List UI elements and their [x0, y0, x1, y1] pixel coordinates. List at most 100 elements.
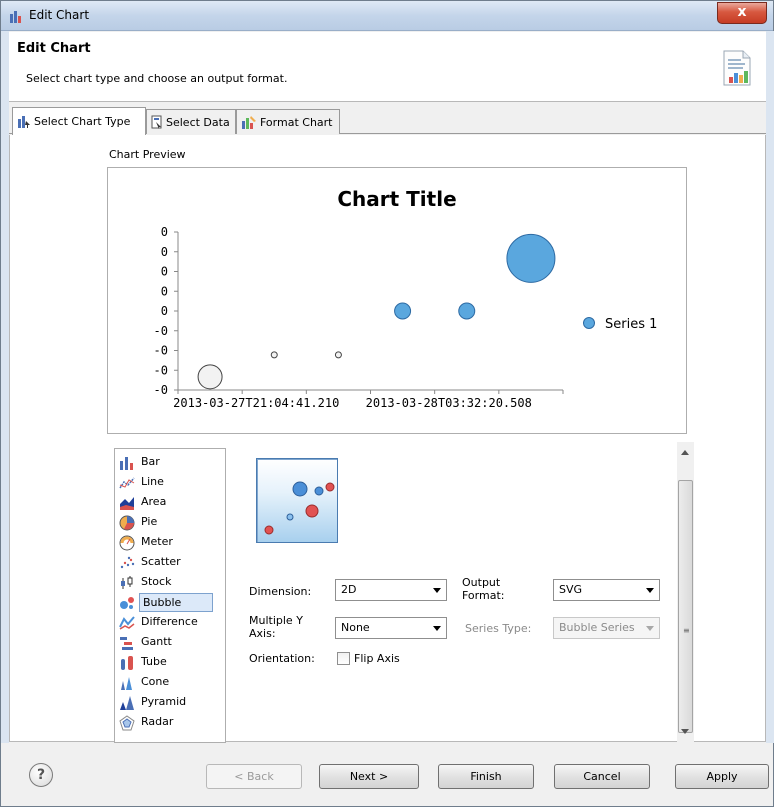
page-title: Edit Chart [17, 41, 91, 56]
chart-title: Chart Title [337, 187, 456, 211]
chart-type-label: Meter [141, 535, 173, 548]
vertical-scrollbar[interactable]: ≡ [677, 442, 694, 742]
tube-chart-icon [119, 655, 135, 671]
y-tick-label: -0 [154, 363, 168, 377]
chart-type-stock[interactable]: Stock [119, 573, 223, 593]
chart-app-icon [9, 9, 23, 26]
bubble-chart-icon [119, 595, 135, 611]
chart-type-tube[interactable]: Tube [119, 653, 223, 673]
bubble-point [334, 351, 342, 359]
y-tick-label: -0 [154, 324, 168, 338]
tab-select-chart-type[interactable]: Select Chart Type [12, 107, 146, 135]
y-tick-label: -0 [154, 383, 168, 397]
chevron-down-icon [433, 626, 441, 631]
chart-type-meter[interactable]: Meter [119, 533, 223, 553]
chart-type-label: Cone [141, 675, 170, 688]
select-data-icon [151, 115, 163, 132]
chart-type-label: Bar [141, 455, 160, 468]
tab-bar: Select Chart Type Select Data Format Cha… [9, 107, 766, 135]
help-button[interactable]: ? [29, 763, 53, 787]
chart-type-cone[interactable]: Cone [119, 673, 223, 693]
chart-type-label: Scatter [141, 555, 181, 568]
series-type-label: Series Type: [465, 622, 532, 635]
flip-axis-label[interactable]: Flip Axis [354, 652, 400, 665]
chart-type-label: Difference [141, 615, 198, 628]
window-right-border [766, 31, 774, 743]
scatter-chart-icon [119, 555, 135, 571]
y-tick-label: 0 [161, 245, 168, 259]
chart-type-label: Radar [141, 715, 174, 728]
wizard-header: Edit Chart Select chart type and choose … [9, 32, 766, 102]
chart-type-scatter[interactable]: Scatter [119, 553, 223, 573]
stock-chart-icon [119, 575, 135, 591]
series-type-select: Bubble Series [553, 617, 660, 639]
edit-chart-dialog: Edit Chart x Edit Chart Select chart typ… [0, 0, 774, 807]
bubble-chart: Chart Title 0 0 0 0 0 -0 -0 -0 -0 2013-03-27T21:0… [154, 187, 658, 410]
y-tick-label: 0 [161, 225, 168, 239]
chart-type-label: Pyramid [141, 695, 187, 708]
chart-type-label: Gantt [141, 635, 172, 648]
grip-icon: ≡ [683, 626, 690, 635]
meter-chart-icon [119, 535, 135, 551]
close-button[interactable]: x [717, 2, 767, 24]
chart-type-gantt[interactable]: Gantt [119, 633, 223, 653]
apply-button[interactable]: Apply [675, 764, 769, 789]
chart-type-list[interactable]: Bar Line Area Pie Meter Scatter Stock Bubble Dif… [114, 448, 226, 743]
gantt-chart-icon [119, 635, 135, 651]
pyramid-chart-icon [119, 695, 135, 711]
y-tick-label: -0 [154, 344, 168, 358]
x-tick-label: 2013-03-28T03:32:20.508 [366, 396, 532, 410]
chevron-down-icon [433, 588, 441, 593]
format-chart-icon [241, 115, 257, 132]
output-format-value: SVG [559, 583, 583, 596]
bubble-point [394, 302, 412, 320]
title-bar[interactable]: Edit Chart x [1, 1, 773, 31]
chart-type-label: Area [141, 495, 167, 508]
y-tick-label: 0 [161, 304, 168, 318]
cancel-button[interactable]: Cancel [554, 764, 650, 789]
series-type-value: Bubble Series [559, 621, 635, 634]
output-format-select[interactable]: SVG [553, 579, 660, 601]
page-description: Select chart type and choose an output f… [26, 72, 288, 85]
tab-select-data[interactable]: Select Data [146, 109, 236, 134]
chevron-down-icon [646, 588, 654, 593]
chevron-down-icon [646, 626, 654, 631]
bar-chart-icon [119, 455, 135, 471]
y-tick-label: 0 [161, 265, 168, 279]
tab-content: Chart Preview Chart Title 0 0 0 0 0 -0 -0 -0 -0 2… [9, 135, 766, 743]
output-format-label: Output Format: [462, 576, 505, 602]
document-chart-icon [721, 50, 753, 89]
chart-type-bubble[interactable]: Bubble [119, 593, 223, 613]
chart-type-difference[interactable]: Difference [119, 613, 223, 633]
scroll-thumb[interactable]: ≡ [678, 480, 693, 733]
radar-chart-icon [119, 715, 135, 731]
bubble-point [506, 233, 556, 283]
scroll-down-arrow-icon[interactable] [681, 729, 689, 734]
scroll-up-arrow-icon[interactable] [681, 450, 689, 455]
tab-format-chart[interactable]: Format Chart [236, 109, 340, 134]
tab-label: Format Chart [260, 116, 333, 129]
chart-type-radar[interactable]: Radar [119, 713, 223, 733]
area-chart-icon [119, 495, 135, 511]
flip-axis-checkbox[interactable] [337, 652, 350, 665]
chart-type-area[interactable]: Area [119, 493, 223, 513]
chart-type-pyramid[interactable]: Pyramid [119, 693, 223, 713]
line-chart-icon [119, 475, 135, 491]
bubble-point [458, 302, 476, 320]
bubble-point [197, 364, 223, 390]
multiple-y-axis-select[interactable]: None [335, 617, 447, 639]
dimension-value: 2D [341, 583, 357, 596]
chart-preview-label: Chart Preview [109, 148, 186, 161]
dimension-select[interactable]: 2D [335, 579, 447, 601]
chart-type-bar[interactable]: Bar [119, 453, 223, 473]
chart-type-label: Bubble [139, 593, 213, 612]
bubble-chart-thumbnail [256, 458, 338, 543]
tab-label: Select Chart Type [34, 115, 131, 128]
finish-button[interactable]: Finish [438, 764, 534, 789]
bubble-point [270, 351, 278, 359]
next-button[interactable]: Next > [319, 764, 419, 789]
orientation-label: Orientation: [249, 652, 315, 665]
difference-chart-icon [119, 615, 135, 631]
chart-type-pie[interactable]: Pie [119, 513, 223, 533]
chart-type-line[interactable]: Line [119, 473, 223, 493]
